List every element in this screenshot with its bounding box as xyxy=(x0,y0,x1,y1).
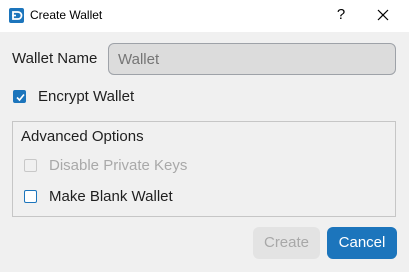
window-title: Create Wallet xyxy=(30,8,103,22)
encrypt-wallet-label[interactable]: Encrypt Wallet xyxy=(38,88,134,105)
wallet-name-input[interactable] xyxy=(108,43,396,75)
create-button[interactable]: Create xyxy=(253,227,320,259)
title-bar: Create Wallet ? xyxy=(0,0,409,32)
encrypt-wallet-checkbox[interactable] xyxy=(13,90,26,103)
checkmark-icon xyxy=(16,93,25,102)
advanced-options-title: Advanced Options xyxy=(21,128,144,145)
make-blank-wallet-checkbox[interactable] xyxy=(24,190,37,203)
disable-private-keys-label: Disable Private Keys xyxy=(49,157,188,174)
close-button[interactable] xyxy=(368,2,398,28)
cancel-button[interactable]: Cancel xyxy=(327,227,397,259)
help-button[interactable]: ? xyxy=(330,2,352,28)
make-blank-wallet-label[interactable]: Make Blank Wallet xyxy=(49,188,173,205)
close-icon xyxy=(377,9,389,21)
disable-private-keys-checkbox[interactable] xyxy=(24,159,37,172)
wallet-name-label: Wallet Name xyxy=(12,50,98,67)
app-icon xyxy=(9,8,24,23)
